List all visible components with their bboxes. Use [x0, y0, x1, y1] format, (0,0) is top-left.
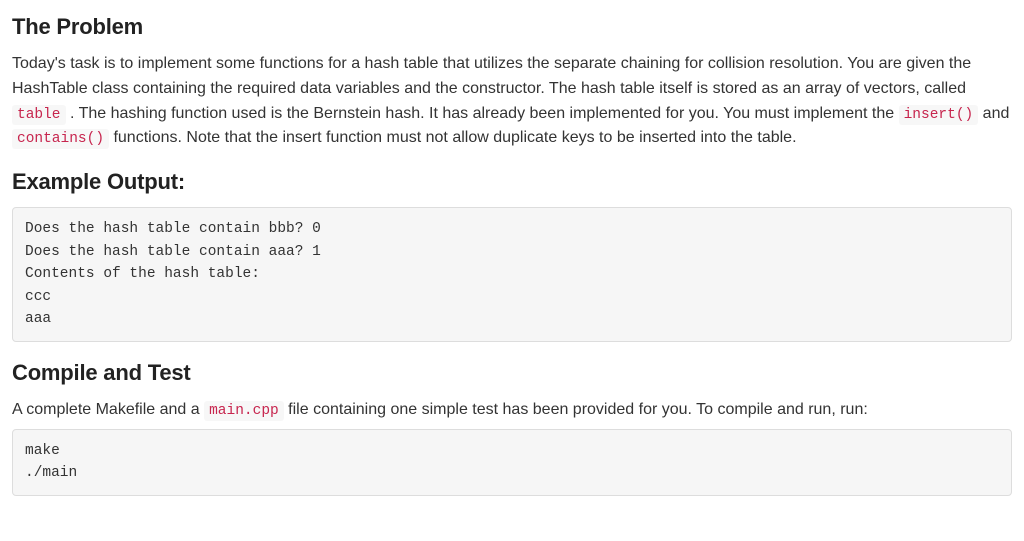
- heading-problem: The Problem: [12, 10, 1012, 44]
- problem-text-part4: functions. Note that the insert function…: [109, 129, 797, 146]
- heading-compile-test: Compile and Test: [12, 356, 1012, 390]
- problem-text-part2: . The hashing function used is the Berns…: [66, 105, 899, 122]
- compile-text-part1: A complete Makefile and a: [12, 401, 204, 418]
- problem-text-part1: Today's task is to implement some functi…: [12, 55, 971, 97]
- heading-example-output: Example Output:: [12, 165, 1012, 199]
- compile-paragraph: A complete Makefile and a main.cpp file …: [12, 398, 1012, 423]
- example-output-block: Does the hash table contain bbb? 0 Does …: [12, 207, 1012, 341]
- problem-text-part3: and: [978, 105, 1009, 122]
- compile-text-part2: file containing one simple test has been…: [284, 401, 868, 418]
- code-insert: insert(): [899, 105, 979, 125]
- code-main-cpp: main.cpp: [204, 401, 284, 421]
- compile-run-block: make ./main: [12, 429, 1012, 496]
- code-table: table: [12, 105, 66, 125]
- problem-paragraph: Today's task is to implement some functi…: [12, 52, 1012, 151]
- code-contains: contains(): [12, 129, 109, 149]
